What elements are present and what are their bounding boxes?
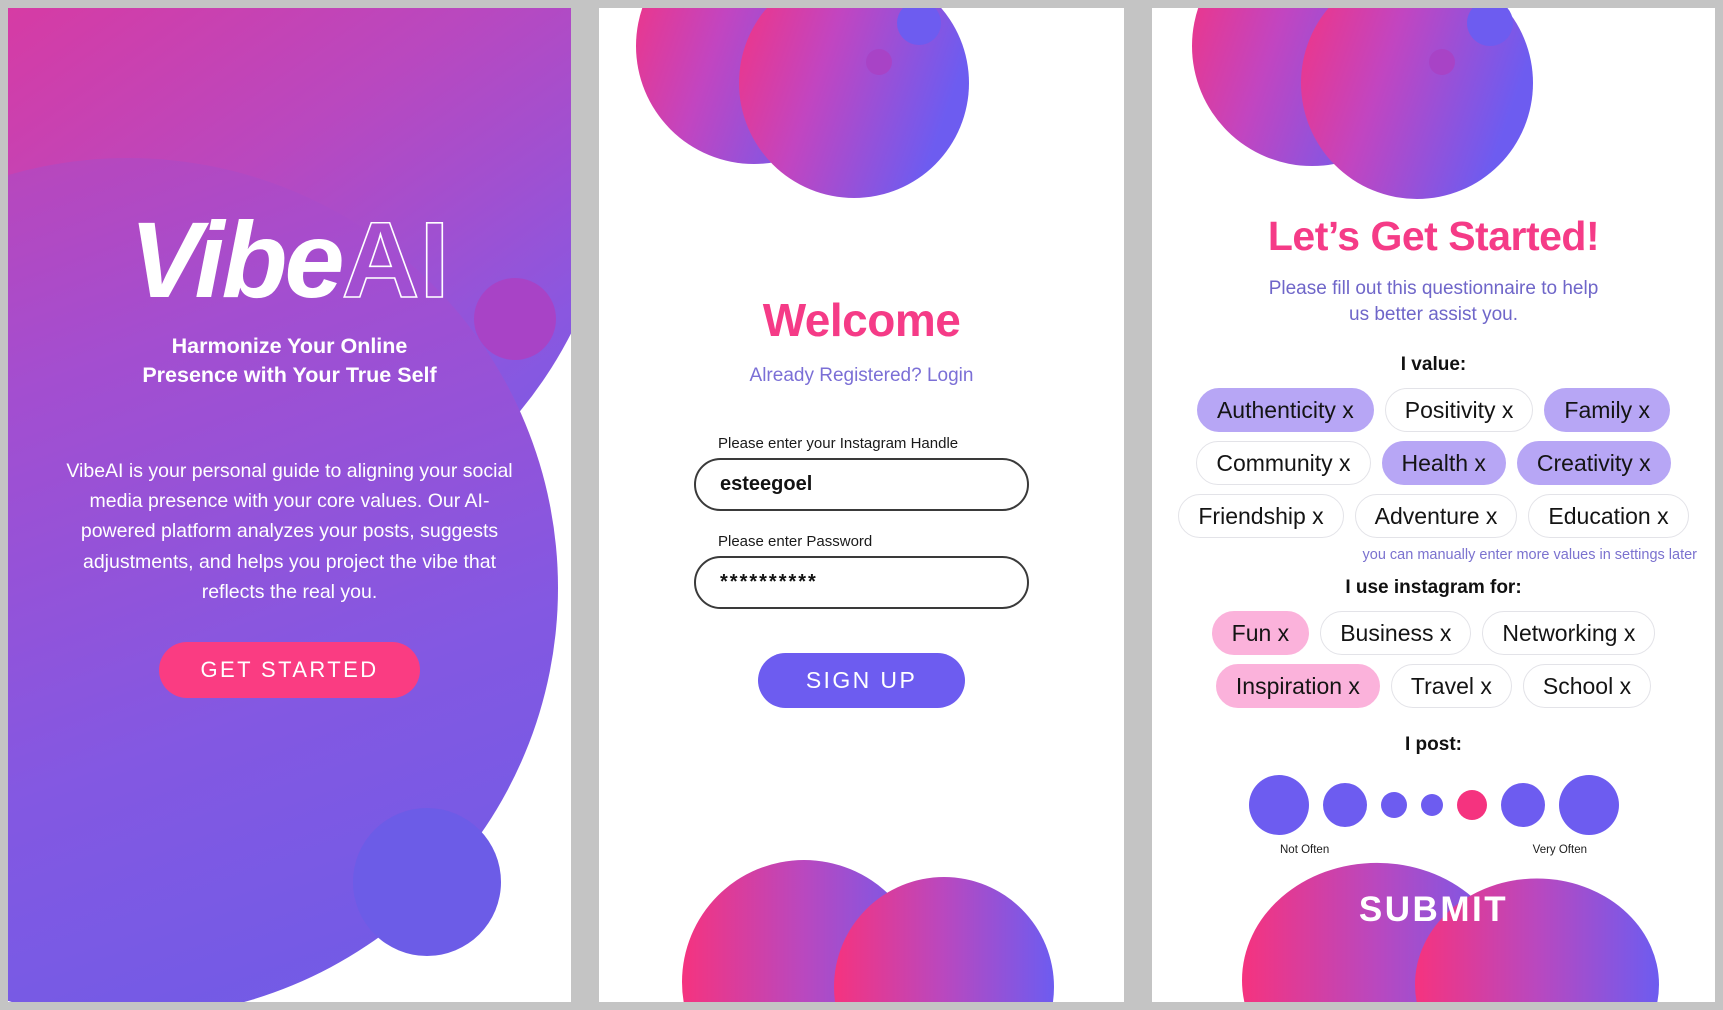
chip-family[interactable]: Family x — [1544, 388, 1671, 433]
splash-content: VibeAI Harmonize Your Online Presence wi… — [8, 8, 571, 698]
submit-area: SUBMIT — [1152, 772, 1715, 1002]
sign-up-button[interactable]: SIGN UP — [757, 653, 966, 708]
usage-question-label: I use instagram for: — [1345, 577, 1522, 599]
welcome-heading: Welcome — [762, 294, 961, 346]
chip-fun[interactable]: Fun x — [1211, 611, 1310, 656]
logo-text-accent: AI — [341, 199, 451, 320]
chip-row: Fun x Business x Networking x — [1166, 611, 1701, 656]
signup-content: Welcome Already Registered? Login Please… — [599, 8, 1124, 708]
logo-text-main: Vibe — [129, 199, 344, 320]
values-hint: you can manually enter more values in se… — [1362, 547, 1697, 564]
chip-authenticity[interactable]: Authenticity x — [1196, 388, 1374, 433]
chip-row: Friendship x Adventure x Education x — [1166, 494, 1701, 539]
splash-description: VibeAI is your personal guide to alignin… — [66, 459, 513, 604]
chip-health[interactable]: Health x — [1381, 441, 1506, 486]
instagram-handle-input[interactable] — [694, 458, 1029, 511]
submit-button[interactable]: SUBMIT — [1152, 890, 1715, 930]
chip-education[interactable]: Education x — [1528, 494, 1689, 539]
chip-friendship[interactable]: Friendship x — [1178, 494, 1344, 539]
login-link[interactable]: Already Registered? Login — [599, 365, 1124, 387]
subtitle-line-2: us better assist you. — [1349, 304, 1518, 326]
questionnaire-content: Let’s Get Started! Please fill out this … — [1152, 8, 1715, 856]
values-question-label: I value: — [1400, 354, 1467, 376]
chip-adventure[interactable]: Adventure x — [1354, 494, 1518, 539]
usage-chip-group: Fun x Business x Networking x Inspiration x… — [1152, 611, 1715, 709]
post-frequency-label: I post: — [1405, 734, 1462, 756]
subtitle-line-1: Please fill out this questionnaire to he… — [1268, 278, 1599, 299]
chip-business[interactable]: Business x — [1320, 611, 1472, 656]
chip-row: Community x Health x Creativity x — [1166, 441, 1701, 486]
chip-positivity[interactable]: Positivity x — [1384, 388, 1534, 433]
signup-screen: Welcome Already Registered? Login Please… — [599, 8, 1124, 1002]
password-input[interactable] — [694, 556, 1029, 609]
questionnaire-screen: Let’s Get Started! Please fill out this … — [1152, 8, 1715, 1002]
handle-label: Please enter your Instagram Handle — [718, 435, 959, 452]
chip-row: Authenticity x Positivity x Family x — [1166, 388, 1701, 433]
mockup-screens: VibeAI Harmonize Your Online Presence wi… — [0, 0, 1723, 1010]
indigo-dot-decoration — [353, 808, 501, 956]
password-field-group: Please enter Password — [599, 533, 1124, 609]
password-label: Please enter Password — [718, 533, 873, 550]
chip-creativity[interactable]: Creativity x — [1516, 441, 1671, 486]
values-chip-group: Authenticity x Positivity x Family x Commun… — [1152, 388, 1715, 539]
handle-field-group: Please enter your Instagram Handle — [599, 435, 1124, 511]
tagline-line-2: Presence with Your True Self — [142, 362, 437, 387]
bottom-gradient-blob — [682, 860, 1054, 1002]
chip-travel[interactable]: Travel x — [1390, 664, 1512, 709]
page-subtitle: Please fill out this questionnaire to he… — [1152, 276, 1715, 328]
page-title: Let’s Get Started! — [1267, 213, 1600, 259]
chip-inspiration[interactable]: Inspiration x — [1215, 664, 1380, 709]
app-logo: VibeAI — [8, 205, 571, 315]
tagline-line-1: Harmonize Your Online — [171, 334, 408, 358]
chip-row: Inspiration x Travel x School x — [1166, 664, 1701, 709]
chip-networking[interactable]: Networking x — [1482, 611, 1656, 656]
chip-community[interactable]: Community x — [1196, 441, 1371, 486]
splash-screen: VibeAI Harmonize Your Online Presence wi… — [8, 8, 571, 1002]
tagline: Harmonize Your Online Presence with Your… — [8, 332, 571, 390]
chip-school[interactable]: School x — [1522, 664, 1652, 709]
get-started-button[interactable]: GET STARTED — [158, 641, 421, 698]
